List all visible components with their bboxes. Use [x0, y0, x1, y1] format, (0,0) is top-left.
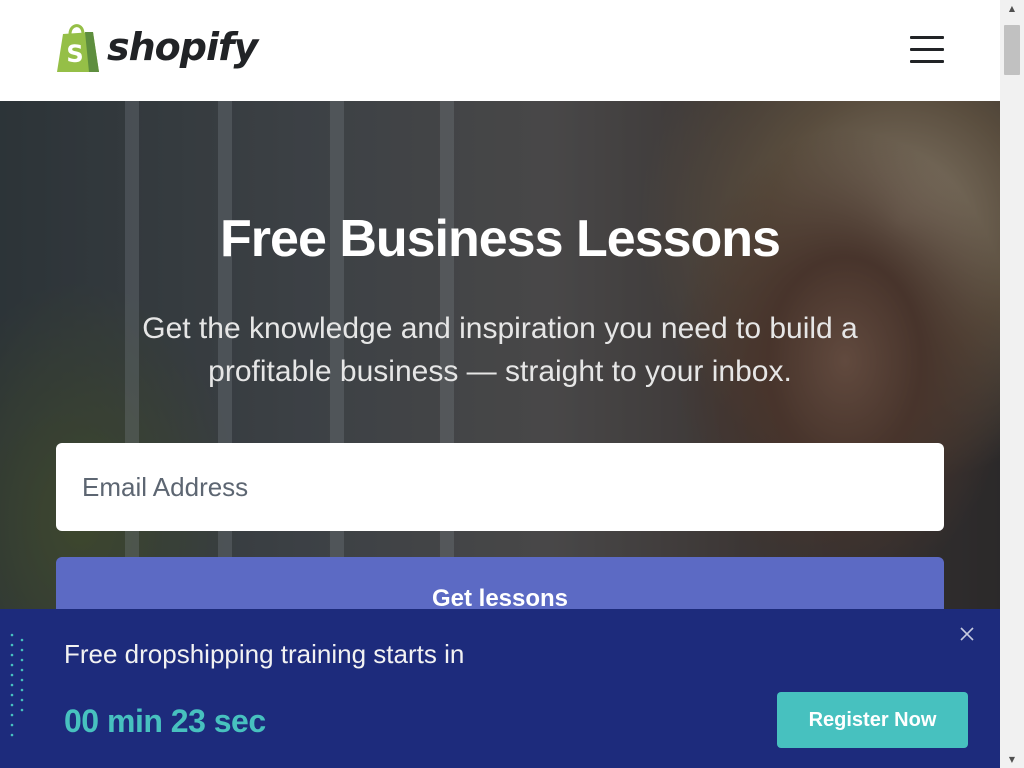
page: S shopify Free Business Lessons Get the …: [0, 0, 1000, 768]
training-banner: Free dropshipping training starts in 00 …: [0, 609, 1000, 768]
register-now-button[interactable]: Register Now: [777, 692, 968, 748]
countdown-timer: 00 min 23 sec: [64, 703, 266, 739]
shopping-bag-icon: S: [57, 24, 99, 72]
email-input[interactable]: [56, 443, 944, 531]
dotted-line-decoration: [10, 633, 24, 737]
banner-message: Free dropshipping training starts in: [64, 639, 465, 669]
shopify-logo[interactable]: S shopify: [55, 20, 258, 74]
scroll-down-arrow-icon[interactable]: ▼: [1000, 751, 1024, 768]
hamburger-menu-icon[interactable]: [910, 36, 944, 66]
scroll-up-arrow-icon[interactable]: ▲: [1000, 0, 1024, 17]
site-header: S shopify: [0, 0, 1000, 101]
close-icon[interactable]: [958, 625, 976, 643]
scrollbar-thumb[interactable]: [1004, 25, 1020, 75]
hero-subtitle: Get the knowledge and inspiration you ne…: [142, 312, 858, 388]
hero-title: Free Business Lessons: [220, 210, 781, 268]
vertical-scrollbar[interactable]: ▲ ▼: [1000, 0, 1024, 768]
svg-text:S: S: [66, 40, 83, 68]
logo-wordmark: shopify: [107, 25, 258, 69]
hero-section: Free Business Lessons Get the knowledge …: [0, 101, 1000, 621]
